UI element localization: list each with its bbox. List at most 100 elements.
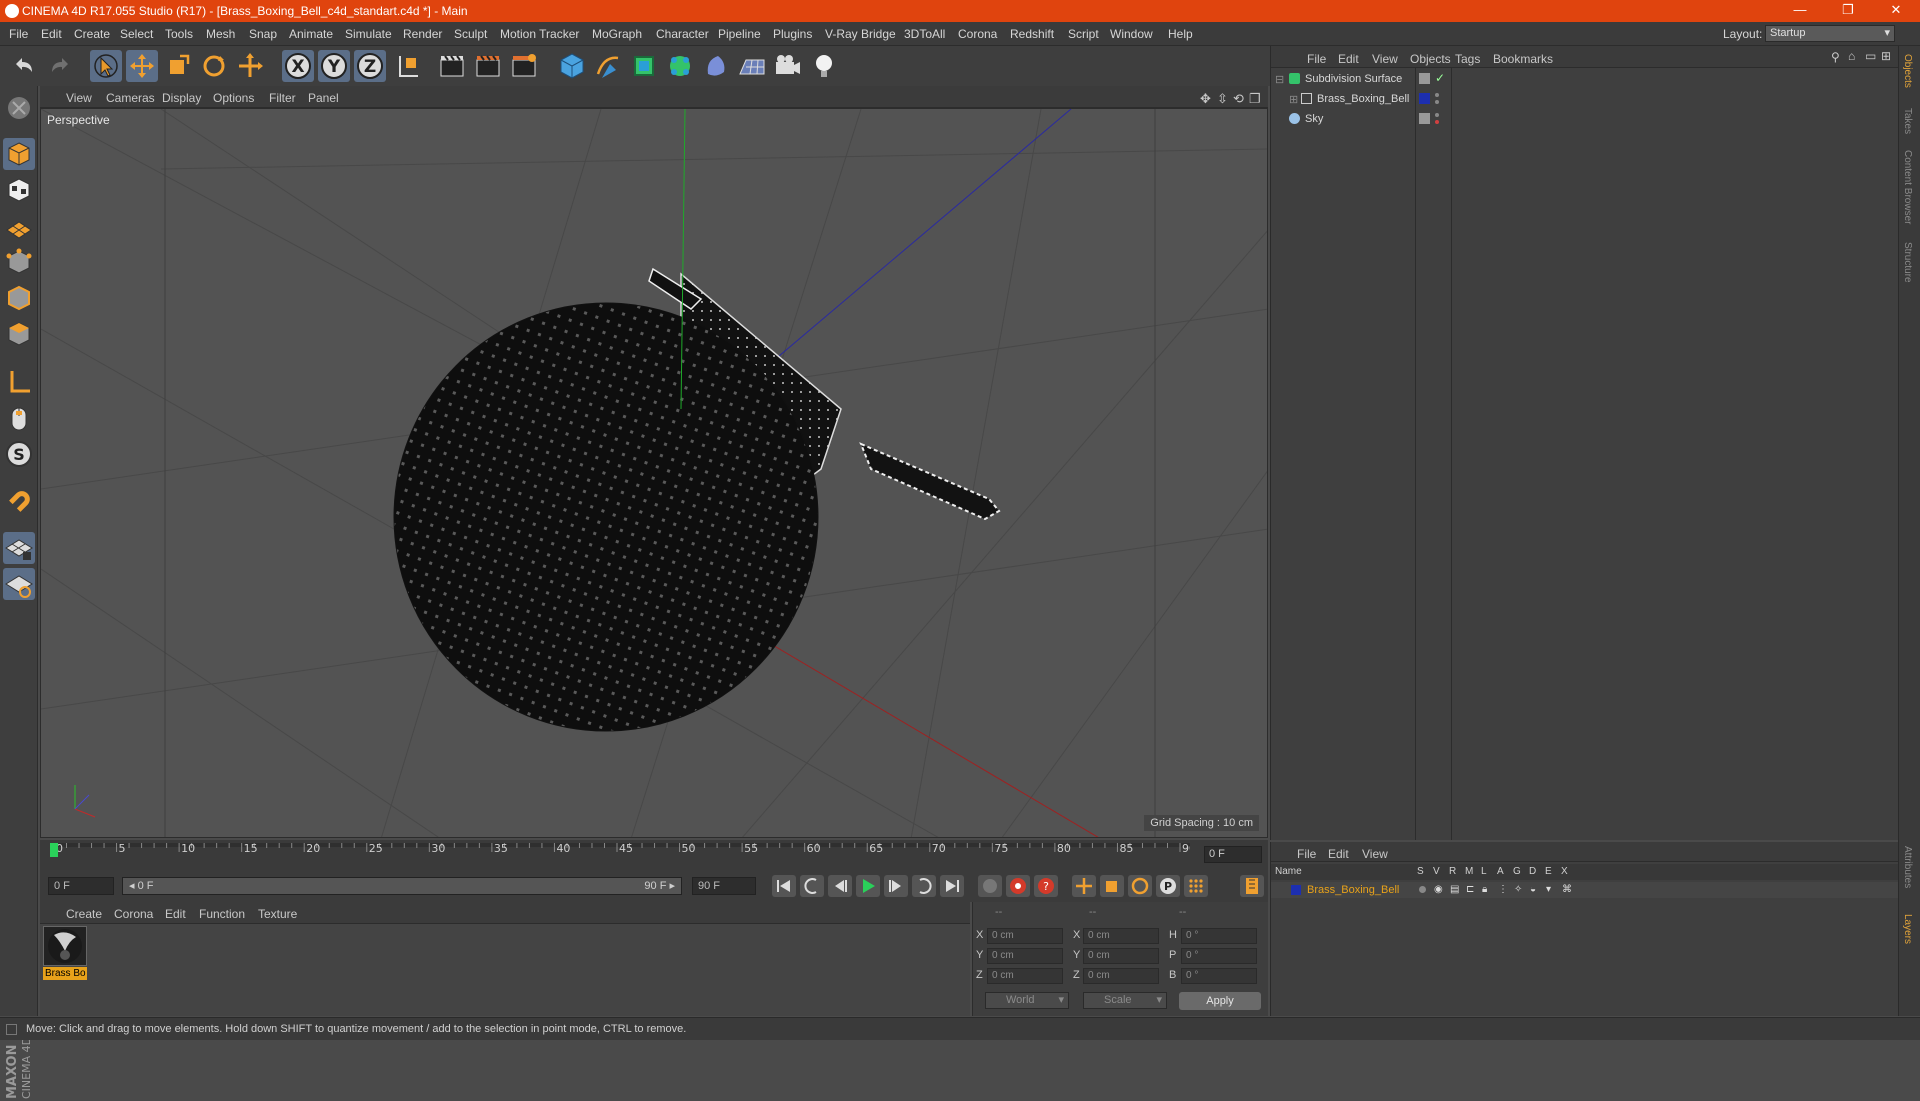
- object-menu-file[interactable]: File: [1307, 52, 1326, 66]
- viewport-menu-view[interactable]: View: [66, 91, 92, 105]
- object-menu-edit[interactable]: Edit: [1338, 52, 1359, 66]
- material-name[interactable]: Brass Bo: [43, 967, 87, 980]
- locked-workplane-button[interactable]: [3, 532, 35, 564]
- tab-attributes[interactable]: Attributes: [1902, 846, 1913, 888]
- menu-corona[interactable]: Corona: [958, 27, 997, 41]
- redo-button[interactable]: [44, 50, 76, 82]
- menu-character[interactable]: Character: [656, 27, 709, 41]
- menu-window[interactable]: Window: [1110, 27, 1153, 41]
- object-menu-bookmarks[interactable]: Bookmarks: [1493, 52, 1553, 66]
- previous-frame-button[interactable]: [828, 875, 852, 897]
- layer-tag-icon[interactable]: [1419, 113, 1430, 124]
- timeline-ruler[interactable]: 051015202530354045505560657075808590 0 F: [40, 840, 1268, 870]
- xref-icon[interactable]: ⌘: [1562, 884, 1572, 895]
- timeline-window-button[interactable]: [1240, 875, 1264, 897]
- minimize-panel-icon[interactable]: ▭: [1865, 49, 1876, 63]
- viewport-menu-panel[interactable]: Panel: [308, 91, 339, 105]
- menu-help[interactable]: Help: [1168, 27, 1193, 41]
- visibility-dot-icon[interactable]: [1435, 113, 1439, 117]
- make-editable-button[interactable]: [3, 92, 35, 124]
- rotation-p-field[interactable]: 0 °: [1181, 948, 1257, 964]
- keyframe-selection-button[interactable]: ?: [1034, 875, 1058, 897]
- material-thumbnail[interactable]: [43, 926, 87, 966]
- planar-workplane-button[interactable]: [3, 568, 35, 600]
- minimize-button[interactable]: —: [1780, 2, 1820, 20]
- layer-tag-icon[interactable]: [1419, 73, 1430, 84]
- menu-mograph[interactable]: MoGraph: [592, 27, 642, 41]
- object-row-subdivision[interactable]: ⊟ Subdivision Surface ✓: [1271, 70, 1899, 88]
- key-position-button[interactable]: [1072, 875, 1096, 897]
- workplane-button[interactable]: [3, 210, 35, 242]
- lock-icon[interactable]: 🔒︎: [1482, 884, 1487, 895]
- visibility-dot-icon[interactable]: [1435, 93, 1439, 97]
- points-mode-button[interactable]: [3, 246, 35, 278]
- generator-icon[interactable]: ✧: [1514, 884, 1522, 895]
- manager-tree-icon[interactable]: ⊏: [1466, 884, 1474, 895]
- layout-dropdown[interactable]: Startup ▾: [1765, 25, 1895, 42]
- viewport-dolly-icon[interactable]: ⇳: [1217, 91, 1228, 107]
- tab-structure[interactable]: Structure: [1902, 242, 1913, 283]
- material-menu-function[interactable]: Function: [199, 907, 245, 921]
- move-tool[interactable]: [126, 50, 158, 82]
- position-y-field[interactable]: 0 cm: [987, 948, 1063, 964]
- next-frame-button[interactable]: [884, 875, 908, 897]
- size-mode-dropdown[interactable]: Scale ▾: [1083, 992, 1167, 1009]
- go-to-start-button[interactable]: [772, 875, 796, 897]
- snap-mode-button[interactable]: S: [3, 438, 35, 470]
- add-camera-button[interactable]: [772, 50, 804, 82]
- object-menu-tags[interactable]: Tags: [1455, 52, 1480, 66]
- coordinate-space-dropdown[interactable]: World ▾: [985, 992, 1069, 1009]
- viewport-menu-display[interactable]: Display: [162, 91, 201, 105]
- rotation-h-field[interactable]: 0 °: [1181, 928, 1257, 944]
- play-button[interactable]: [856, 875, 880, 897]
- tweak-mode-button[interactable]: [3, 402, 35, 434]
- y-axis-lock[interactable]: Y: [318, 50, 350, 82]
- menu-pipeline[interactable]: Pipeline: [718, 27, 761, 41]
- layer-color-swatch[interactable]: [1291, 885, 1301, 895]
- layer-menu-file[interactable]: File: [1297, 847, 1316, 861]
- undo-button[interactable]: [8, 50, 40, 82]
- size-y-field[interactable]: 0 cm: [1083, 948, 1159, 964]
- render-view-button[interactable]: [436, 50, 468, 82]
- edges-mode-button[interactable]: [3, 282, 35, 314]
- render-settings-button[interactable]: [508, 50, 540, 82]
- viewport-maximize-icon[interactable]: ❐: [1249, 91, 1261, 107]
- home-icon[interactable]: ⌂: [1848, 49, 1855, 63]
- scale-tool[interactable]: [162, 50, 194, 82]
- material-menu-texture[interactable]: Texture: [258, 907, 297, 921]
- go-to-end-button[interactable]: [940, 875, 964, 897]
- material-menu-edit[interactable]: Edit: [165, 907, 186, 921]
- deformer-icon[interactable]: ◒: [1530, 884, 1536, 895]
- menu-simulate[interactable]: Simulate: [345, 27, 392, 41]
- key-rotation-button[interactable]: [1128, 875, 1152, 897]
- menu-create[interactable]: Create: [74, 27, 110, 41]
- menu-snap[interactable]: Snap: [249, 27, 277, 41]
- menu-tools[interactable]: Tools: [165, 27, 193, 41]
- view-eye-icon[interactable]: ◉: [1434, 884, 1443, 895]
- menu-redshift[interactable]: Redshift: [1010, 27, 1054, 41]
- end-frame-field[interactable]: 90 F: [692, 877, 756, 895]
- render-dot-icon[interactable]: [1435, 100, 1439, 104]
- viewport-rotate-icon[interactable]: ⟲: [1233, 91, 1244, 107]
- perspective-viewport[interactable]: Perspective Grid Spacing : 10 cm: [40, 108, 1268, 838]
- menu-animate[interactable]: Animate: [289, 27, 333, 41]
- expand-tree-icon[interactable]: ⊞: [1289, 93, 1298, 106]
- layer-menu-view[interactable]: View: [1362, 847, 1388, 861]
- layer-row[interactable]: Brass_Boxing_Bell ◉ ▤ ⊏ 🔒︎ ⋮ ✧ ◒ ▾ ⌘: [1271, 882, 1899, 898]
- expression-icon[interactable]: ▾: [1546, 884, 1551, 895]
- add-subdivision-button[interactable]: [628, 50, 660, 82]
- close-button[interactable]: ✕: [1876, 2, 1916, 20]
- record-keys-button[interactable]: [978, 875, 1002, 897]
- layer-menu-edit[interactable]: Edit: [1328, 847, 1349, 861]
- material-menu-corona[interactable]: Corona: [114, 907, 153, 921]
- search-icon[interactable]: ⚲: [1831, 50, 1840, 64]
- position-x-field[interactable]: 0 cm: [987, 928, 1063, 944]
- object-menu-objects[interactable]: Objects: [1410, 52, 1451, 66]
- layer-color-swatch[interactable]: [1419, 93, 1430, 104]
- current-frame-field[interactable]: 0 F: [1204, 846, 1262, 863]
- texture-mode-button[interactable]: [3, 174, 35, 206]
- add-floor-button[interactable]: [736, 50, 768, 82]
- tab-content-browser[interactable]: Content Browser: [1902, 150, 1913, 224]
- add-array-button[interactable]: [664, 50, 696, 82]
- model-mode-button[interactable]: [3, 138, 35, 170]
